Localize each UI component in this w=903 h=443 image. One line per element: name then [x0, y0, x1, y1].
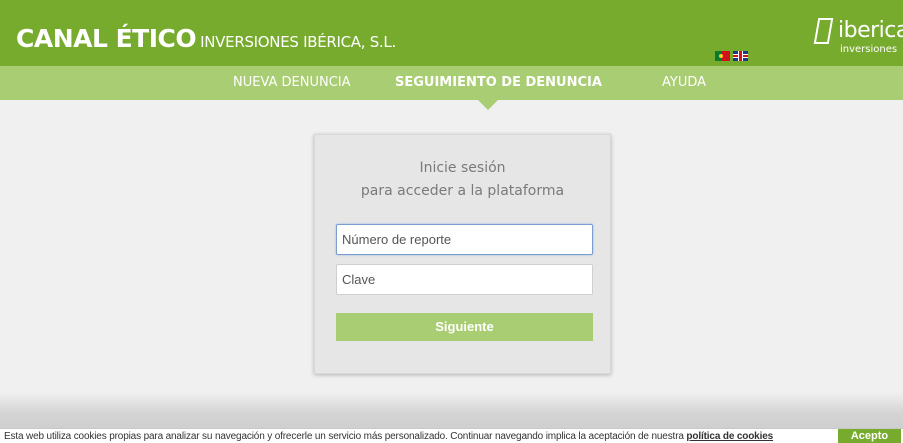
login-subtitle: para acceder a la plataforma [360, 183, 565, 199]
language-selector [715, 51, 748, 61]
login-panel: Inicie sesión para acceder a la platafor… [314, 134, 611, 374]
brand-subtitle: INVERSIONES IBÉRICA, S.L. [200, 33, 396, 51]
logo-mark-icon [813, 18, 834, 44]
page-footer-shade [0, 392, 903, 428]
next-button[interactable]: Siguiente [336, 313, 593, 341]
brand-main: CANAL ÉTICO [16, 24, 197, 53]
uk-flag-icon[interactable] [733, 51, 748, 61]
report-number-input[interactable]: Número de reporte [336, 224, 593, 255]
active-nav-caret-icon [478, 100, 498, 110]
nav-item-ayuda[interactable]: AYUDA [662, 75, 706, 90]
nav-item-nueva-denuncia[interactable]: NUEVA DENUNCIA [233, 75, 351, 90]
cookie-message: Esta web utiliza cookies propias para an… [4, 431, 773, 442]
main-nav: NUEVA DENUNCIA SEGUIMIENTO DE DENUNCIA A… [0, 66, 903, 100]
accept-cookies-button[interactable]: Acepto [838, 429, 901, 443]
brand-title: CANAL ÉTICO INVERSIONES IBÉRICA, S.L. [16, 24, 396, 53]
portugal-flag-icon[interactable] [715, 51, 730, 61]
cookie-policy-link[interactable]: política de cookies [686, 431, 773, 442]
cookie-banner: Esta web utiliza cookies propias para an… [0, 428, 903, 443]
logo-sub: inversiones [840, 44, 898, 55]
key-input[interactable]: Clave [336, 264, 593, 295]
login-title: Inicie sesión [419, 160, 506, 176]
logo-word: iberica [838, 18, 903, 43]
iberica-logo: iberica inversiones [812, 14, 903, 60]
top-header: CANAL ÉTICO INVERSIONES IBÉRICA, S.L. ibe… [0, 0, 903, 66]
nav-item-seguimiento[interactable]: SEGUIMIENTO DE DENUNCIA [395, 75, 602, 90]
cookie-text: Esta web utiliza cookies propias para an… [4, 431, 687, 442]
